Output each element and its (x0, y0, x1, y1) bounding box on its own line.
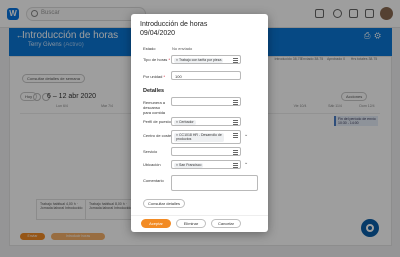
perfil-chip[interactable]: × Cerbador (174, 119, 196, 125)
centro-field[interactable]: × CC1018 HR - Desarrollo de productos (171, 130, 241, 144)
estado-value: No enviado (172, 46, 193, 51)
servicio-label: Servicio (143, 149, 158, 154)
divider (131, 215, 268, 216)
centro-label: Centro de costes (143, 133, 174, 138)
eliminar-button[interactable]: Eliminar (176, 219, 206, 228)
centro-chip[interactable]: × CC1018 HR - Desarrollo de productos (174, 132, 224, 142)
perfil-label: Perfil de puesto (143, 119, 171, 124)
comentario-textarea[interactable] (171, 175, 258, 191)
tipo-horas-chip[interactable]: × Trabajo con tarifa por pieza (174, 57, 224, 63)
servicio-field[interactable] (171, 147, 241, 156)
ubicacion-chip[interactable]: × San Francisco (174, 162, 204, 168)
comentario-label: Comentario (143, 178, 164, 183)
perfil-field[interactable]: × Cerbador (171, 117, 241, 126)
tipo-horas-field[interactable]: × Trabajo con tarifa por pieza (171, 55, 241, 64)
ubicacion-label: Ubicación (143, 162, 161, 167)
tipo-label: Tipo de horas * (143, 57, 170, 62)
dialog-title: Introducción de horas (140, 21, 208, 28)
por-unidad-value: 100 (175, 73, 182, 79)
chevron-down-icon[interactable]: ⌄ (244, 160, 248, 166)
estado-label: Estado (143, 46, 156, 51)
chevron-down-icon[interactable]: ⌄ (244, 132, 248, 138)
time-entry-dialog: Introducción de horas 09/04/2020 Estado … (131, 14, 268, 232)
por-unidad-label: Por unidad * (143, 74, 166, 79)
list-icon[interactable] (233, 132, 238, 138)
por-unidad-input[interactable]: 100 (171, 71, 241, 80)
consultar-detalles-button[interactable]: Consultar detalles (143, 199, 185, 208)
detalles-heading: Detalles (143, 88, 165, 94)
remunera-label: Remunera a descanso para comida (143, 100, 166, 115)
list-icon[interactable] (233, 57, 238, 63)
dialog-date: 09/04/2020 (140, 30, 176, 37)
list-icon[interactable] (233, 162, 238, 168)
remunera-field[interactable] (171, 97, 241, 106)
list-icon[interactable] (233, 149, 238, 155)
list-icon[interactable] (233, 119, 238, 125)
cancelar-button[interactable]: Cancelar (211, 219, 241, 228)
ubicacion-field[interactable]: × San Francisco (171, 160, 241, 169)
aceptar-button[interactable]: Aceptar (141, 219, 171, 228)
list-icon[interactable] (233, 99, 238, 105)
